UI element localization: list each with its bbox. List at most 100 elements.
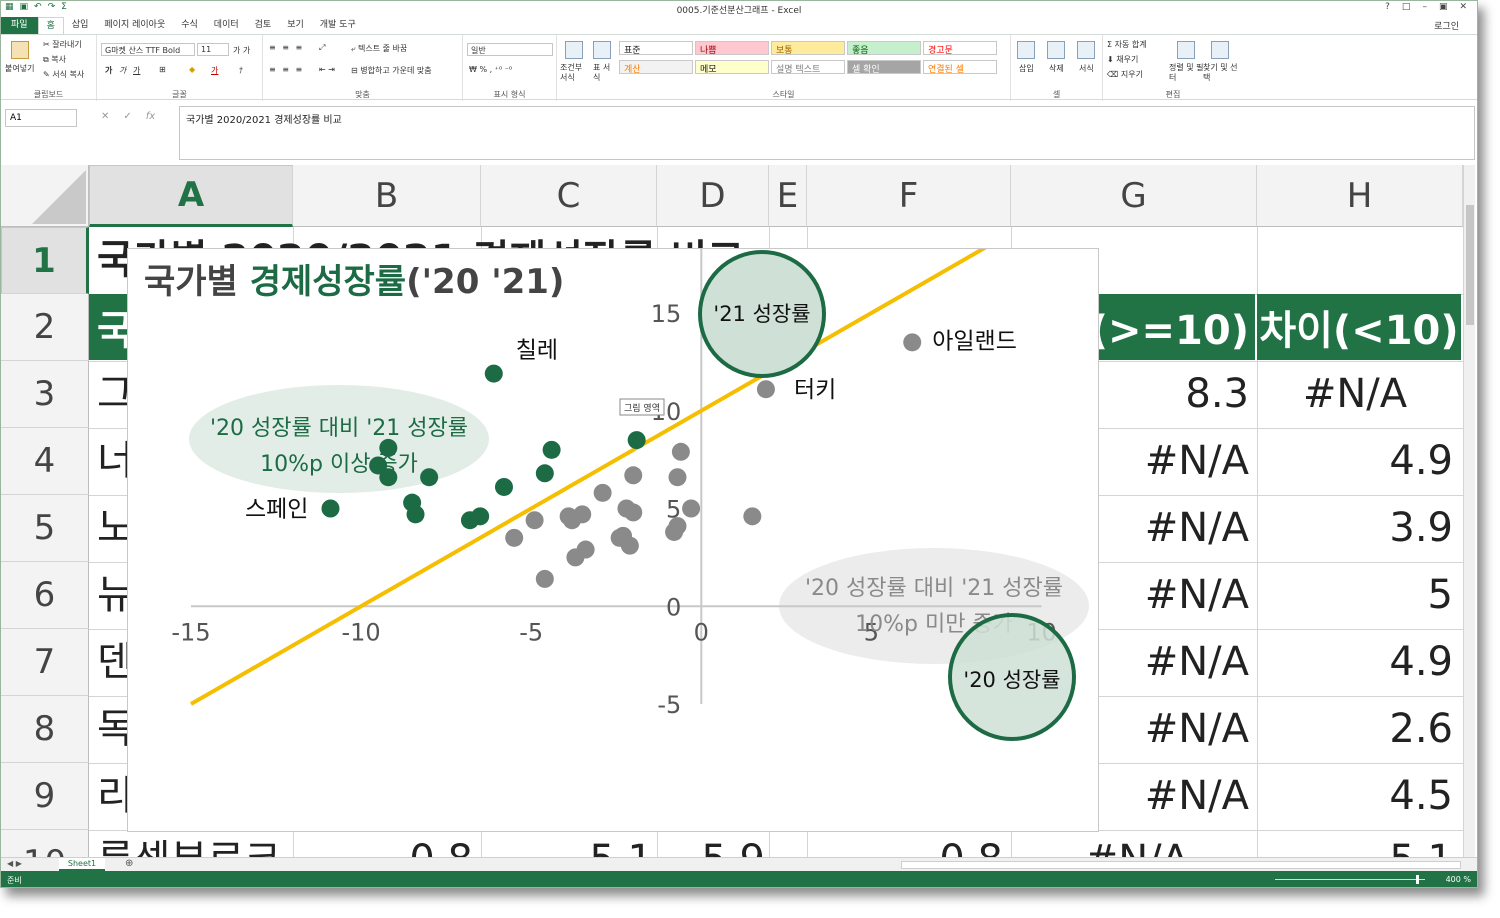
restore-button[interactable]: ▣: [1439, 2, 1448, 12]
tab-formulas[interactable]: 수식: [173, 17, 206, 34]
wrap-text-button[interactable]: ⤶ 텍스트 줄 바꿈: [351, 43, 407, 54]
cut-button[interactable]: ✂ 잘라내기: [43, 39, 82, 50]
row-header-3[interactable]: 3: [1, 361, 89, 428]
column-header-e[interactable]: E: [769, 165, 807, 227]
paste-button[interactable]: 붙여넣기: [5, 63, 34, 74]
cell-h2[interactable]: 차이(<10): [1257, 294, 1461, 360]
cell-h5[interactable]: 3.9: [1257, 495, 1453, 562]
tab-page-layout[interactable]: 페이지 레이아웃: [96, 17, 173, 34]
cell-d10[interactable]: 5.9: [657, 830, 765, 857]
conditional-format-button[interactable]: 조건부 서식: [560, 63, 588, 83]
row-header-9[interactable]: 9: [1, 763, 89, 830]
phonetic-icon[interactable]: ﾅ: [239, 65, 243, 76]
find-select-button[interactable]: 찾기 및 선택: [1203, 63, 1239, 83]
cancel-icon[interactable]: ✕: [101, 111, 109, 122]
cell-h3[interactable]: #N/A: [1257, 361, 1453, 428]
delete-cells-icon[interactable]: [1047, 41, 1065, 59]
merge-center-button[interactable]: ⊟ 병합하고 가운데 맞춤: [351, 65, 432, 76]
sort-filter-button[interactable]: 정렬 및 필터: [1169, 63, 1205, 83]
row-header-2[interactable]: 2: [1, 294, 89, 361]
login-link[interactable]: 로그인: [1434, 19, 1459, 32]
zoom-level[interactable]: 400 %: [1446, 875, 1471, 884]
row-header-6[interactable]: 6: [1, 562, 89, 629]
cell-c10[interactable]: 5.1: [481, 830, 653, 857]
row-header-5[interactable]: 5: [1, 495, 89, 562]
bold-icon[interactable]: 가: [105, 65, 112, 76]
cell-style-item[interactable]: 연결된 셀: [923, 60, 997, 74]
row-header-1[interactable]: 1: [1, 227, 89, 294]
cell-h4[interactable]: 4.9: [1257, 428, 1453, 495]
binoculars-icon[interactable]: [1211, 41, 1229, 59]
cell-h7[interactable]: 4.9: [1257, 629, 1453, 696]
add-sheet-icon[interactable]: ⊕: [125, 858, 133, 869]
tab-insert[interactable]: 삽입: [64, 17, 97, 34]
column-header-a[interactable]: A: [89, 165, 293, 227]
cell-style-item[interactable]: 경고문: [923, 41, 997, 55]
paste-icon[interactable]: [11, 41, 29, 59]
cell-h6[interactable]: 5: [1257, 562, 1453, 629]
cell-style-item[interactable]: 표준: [619, 41, 693, 55]
row-header-10[interactable]: 10: [1, 830, 89, 857]
cell-b10[interactable]: -0.8: [293, 830, 473, 857]
insert-cells-button[interactable]: 삽입: [1019, 63, 1034, 74]
cell-style-item[interactable]: 계산: [619, 60, 693, 74]
font-name-select[interactable]: G마켓 산스 TTF Bold: [101, 43, 195, 56]
cell-h8[interactable]: 2.6: [1257, 696, 1453, 763]
fill-color-icon[interactable]: ◆: [189, 65, 195, 74]
sort-filter-icon[interactable]: [1177, 41, 1195, 59]
font-grow-icon[interactable]: 가 가: [233, 45, 250, 56]
number-format-icons[interactable]: ₩ % , ⁺⁰ ⁻⁰: [469, 65, 512, 74]
fill-button[interactable]: ⬇ 채우기: [1107, 54, 1138, 65]
copy-button[interactable]: ⧉ 복사: [43, 54, 66, 65]
column-header-d[interactable]: D: [657, 165, 769, 227]
cell-style-item[interactable]: 나쁨: [695, 41, 769, 55]
ribbon-display-button[interactable]: □: [1402, 2, 1411, 12]
close-button[interactable]: ✕: [1459, 2, 1467, 12]
vertical-scrollbar[interactable]: [1463, 165, 1475, 857]
autosum-button[interactable]: Σ 자동 합계: [1107, 39, 1147, 50]
minimize-button[interactable]: –: [1422, 2, 1427, 12]
cell-style-item[interactable]: 셀 확인: [847, 60, 921, 74]
format-painter-button[interactable]: ✎ 서식 복사: [43, 69, 84, 80]
underline-icon[interactable]: 가: [133, 65, 140, 76]
column-header-c[interactable]: C: [481, 165, 657, 227]
name-box[interactable]: A1: [5, 109, 77, 127]
tab-data[interactable]: 데이터: [206, 17, 247, 34]
format-cells-icon[interactable]: [1077, 41, 1095, 59]
cell-style-item[interactable]: 보통: [771, 41, 845, 55]
cell-g10[interactable]: #N/A: [1011, 830, 1189, 857]
cell-style-item[interactable]: 설명 텍스트: [771, 60, 845, 74]
horizontal-scrollbar[interactable]: [901, 861, 1461, 869]
cell-h10[interactable]: 5.1: [1257, 830, 1453, 857]
cell-style-item[interactable]: 좋음: [847, 41, 921, 55]
tab-developer[interactable]: 개발 도구: [312, 17, 364, 34]
conditional-format-icon[interactable]: [565, 41, 583, 59]
column-header-b[interactable]: B: [293, 165, 481, 227]
column-header-g[interactable]: G: [1011, 165, 1257, 227]
number-format-select[interactable]: 일반: [467, 43, 553, 56]
tab-home[interactable]: 홈: [37, 17, 64, 34]
formula-input[interactable]: 국가별 2020/2021 경제성장률 비교: [179, 106, 1475, 160]
help-button[interactable]: ?: [1385, 2, 1390, 12]
border-icon[interactable]: ⊞: [159, 65, 166, 74]
font-color-icon[interactable]: 가: [211, 65, 218, 76]
format-cells-button[interactable]: 서식: [1079, 63, 1094, 74]
scroll-thumb[interactable]: [1466, 205, 1474, 325]
row-header-7[interactable]: 7: [1, 629, 89, 696]
italic-icon[interactable]: 가: [119, 65, 126, 76]
zoom-slider-knob[interactable]: [1416, 875, 1419, 884]
indent-icons[interactable]: ⇤ ⇥: [319, 65, 335, 74]
cell-h9[interactable]: 4.5: [1257, 763, 1453, 830]
column-header-h[interactable]: H: [1257, 165, 1463, 227]
cell-f10[interactable]: -0.8: [807, 830, 1003, 857]
delete-cells-button[interactable]: 삭제: [1049, 63, 1064, 74]
confirm-icon[interactable]: ✓: [123, 111, 131, 122]
clear-button[interactable]: ⌫ 지우기: [1107, 69, 1143, 80]
select-all-corner[interactable]: [1, 165, 89, 227]
sheet-tab-sheet1[interactable]: Sheet1: [59, 858, 105, 871]
tab-view[interactable]: 보기: [279, 17, 312, 34]
zoom-slider[interactable]: [1275, 879, 1425, 880]
column-header-f[interactable]: F: [807, 165, 1011, 227]
tab-review[interactable]: 검토: [247, 17, 280, 34]
scatter-chart[interactable]: 국가별 경제성장률('20 '21) -15-10-50510-50510152…: [127, 248, 1099, 832]
